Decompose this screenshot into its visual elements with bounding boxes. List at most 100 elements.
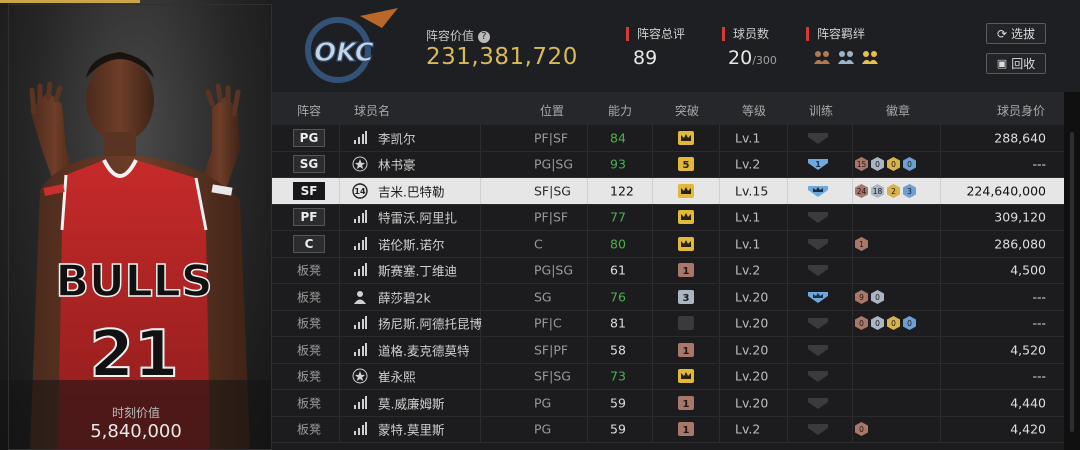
player-name[interactable]: 蒙特.莫里斯 — [378, 420, 444, 439]
column-divider — [940, 337, 941, 363]
column-divider — [719, 257, 720, 283]
column-divider — [852, 337, 853, 363]
recycle-button[interactable]: ▣ 回收 — [986, 53, 1046, 74]
bond-silver-icon[interactable] — [836, 48, 856, 66]
training-icon[interactable] — [807, 422, 829, 436]
col-name[interactable]: 球员名 — [354, 102, 390, 119]
table-row[interactable]: SG 林书豪 PG|SG 93 5 Lv.2 1 15 0 0 0 --- — [272, 151, 1064, 178]
player-count: 20/300 — [728, 47, 777, 69]
card-frame — [8, 4, 272, 450]
crown-icon — [678, 236, 694, 251]
star-icon — [352, 156, 368, 172]
player-count-label: 球员数 — [722, 27, 769, 41]
training-icon[interactable] — [807, 263, 829, 277]
col-level[interactable]: 等级 — [742, 102, 766, 119]
player-level: Lv.2 — [735, 421, 761, 437]
badge-list[interactable]: 15 0 0 0 — [854, 157, 917, 172]
badge-icon: 0 — [855, 422, 868, 437]
training-icon[interactable] — [807, 343, 829, 357]
table-row[interactable]: 板凳 蒙特.莫里斯 PG 59 1 Lv.2 0 4,420 — [272, 416, 1064, 443]
training-icon[interactable] — [807, 131, 829, 145]
badge-list[interactable]: 24 18 2 3 — [854, 183, 917, 198]
column-divider — [339, 257, 340, 283]
col-training[interactable]: 训练 — [809, 102, 833, 119]
player-name[interactable]: 林书豪 — [378, 155, 416, 174]
training-icon[interactable] — [807, 396, 829, 410]
column-divider — [587, 125, 588, 151]
badge-icon: 0 — [887, 157, 900, 172]
training-icon[interactable] — [807, 316, 829, 330]
player-price: --- — [1032, 289, 1046, 305]
player-name[interactable]: 李凯尔 — [378, 128, 416, 147]
training-icon[interactable] — [807, 290, 829, 304]
player-name[interactable]: 吉米.巴特勒 — [378, 181, 444, 200]
bar-chart-icon — [354, 130, 367, 144]
column-divider — [480, 125, 481, 151]
col-lineup[interactable]: 阵容 — [297, 102, 321, 119]
table-row[interactable]: PF 特雷沃.阿里扎 PF|SF 77 Lv.1 309,120 — [272, 204, 1064, 231]
bond-bronze-icon[interactable] — [812, 48, 832, 66]
column-divider — [587, 416, 588, 442]
player-price: --- — [1032, 368, 1046, 384]
col-position[interactable]: 位置 — [540, 102, 564, 119]
column-divider — [719, 151, 720, 177]
moment-value-label: 时刻价值 — [111, 406, 160, 420]
bar-chart-icon — [354, 210, 367, 224]
table-row[interactable]: 板凳 扬尼斯.阿德托昆博 PF|C 81 Lv.20 0 0 0 0 --- — [272, 310, 1064, 337]
table-row[interactable]: 板凳 崔永熙 SF|SG 73 Lv.20 --- — [272, 363, 1064, 390]
player-name[interactable]: 扬尼斯.阿德托昆博 — [378, 314, 482, 333]
svg-text:0: 0 — [859, 319, 864, 328]
column-divider — [587, 257, 588, 283]
player-name[interactable]: 斯赛塞.丁维迪 — [378, 261, 457, 280]
badge-list[interactable]: 0 0 0 0 — [854, 316, 917, 331]
bond-gold-icon[interactable] — [860, 48, 880, 66]
svg-text:0: 0 — [907, 160, 912, 169]
player-name[interactable]: 诺伦斯.诺尔 — [378, 234, 444, 253]
player-level: Lv.1 — [735, 130, 761, 146]
table-row[interactable]: 板凳 斯赛塞.丁维迪 PG|SG 61 1 Lv.2 4,500 — [272, 257, 1064, 284]
player-price: 4,500 — [1010, 262, 1046, 278]
table-row[interactable]: SF 14 吉米.巴特勒 SF|SG 122 Lv.15 24 18 2 3 224,640,000 — [272, 178, 1064, 205]
badge-list[interactable]: 0 — [854, 422, 869, 437]
badge-icon: 0 — [887, 316, 900, 331]
col-breakthrough[interactable]: 突破 — [675, 102, 699, 119]
player-name[interactable]: 道格.麦克德莫特 — [378, 340, 469, 359]
training-icon[interactable]: 1 — [807, 157, 829, 171]
badge-list[interactable]: 90 — [854, 289, 885, 304]
table-header: 阵容 球员名 位置 能力 突破 等级 训练 徽章 球员身价 — [272, 92, 1064, 125]
person-icon — [354, 290, 366, 304]
col-price[interactable]: 球员身价 — [997, 102, 1045, 119]
badge-list[interactable]: 1 — [854, 236, 869, 251]
scrollbar[interactable] — [1064, 92, 1080, 450]
player-name[interactable]: 莫.威廉姆斯 — [378, 393, 444, 412]
table-row[interactable]: 板凳 薛莎碧2k SG 76 3 Lv.20 9 0 --- — [272, 284, 1064, 311]
bond-icons[interactable] — [812, 48, 880, 66]
table-row[interactable]: 板凳 道格.麦克德莫特 SF|PF 58 1 Lv.20 4,520 — [272, 337, 1064, 364]
svg-text:1: 1 — [815, 160, 821, 169]
column-divider — [852, 310, 853, 336]
column-divider — [852, 151, 853, 177]
table-row[interactable]: 板凳 莫.威廉姆斯 PG 59 1 Lv.20 4,440 — [272, 390, 1064, 417]
svg-text:0: 0 — [891, 160, 896, 169]
scrollbar-thumb[interactable] — [1070, 132, 1074, 432]
player-name[interactable]: 薛莎碧2k — [378, 287, 431, 306]
player-ability: 77 — [610, 209, 626, 225]
training-icon[interactable] — [807, 369, 829, 383]
help-icon[interactable]: ? — [477, 30, 490, 43]
player-card[interactable]: BULLS 21 时刻价值 5,840,000 — [0, 0, 272, 450]
training-icon[interactable] — [807, 210, 829, 224]
col-ability[interactable]: 能力 — [608, 102, 632, 119]
table-row[interactable]: C 诺伦斯.诺尔 C 80 Lv.1 1 286,080 — [272, 231, 1064, 258]
training-icon[interactable] — [807, 184, 829, 198]
player-price: 309,120 — [994, 209, 1046, 225]
player-name[interactable]: 崔永熙 — [378, 367, 416, 386]
player-name[interactable]: 特雷沃.阿里扎 — [378, 208, 457, 227]
breakthrough-badge: 3 — [678, 289, 694, 304]
crown-icon — [678, 130, 694, 145]
col-badges[interactable]: 徽章 — [886, 102, 910, 119]
player-ability: 73 — [610, 368, 626, 384]
select-button[interactable]: ⟳ 选拔 — [986, 23, 1046, 44]
table-row[interactable]: PG 李凯尔 PF|SF 84 Lv.1 288,640 — [272, 125, 1064, 152]
training-icon[interactable] — [807, 237, 829, 251]
position-slot-badge: SG — [293, 155, 325, 174]
